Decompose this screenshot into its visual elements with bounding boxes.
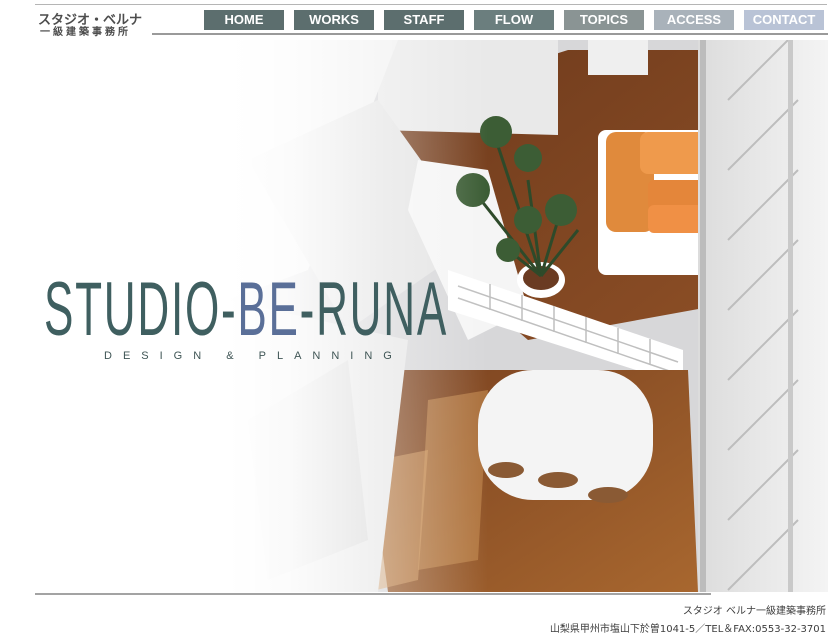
- site-logo[interactable]: スタジオ・ベルナ 一級建築事務所: [38, 9, 153, 38]
- footer-company: スタジオ ベルナ一級建築事務所: [682, 606, 826, 617]
- brand-title: STUDIO-BE-RUNA: [44, 272, 448, 348]
- nav-flow-button[interactable]: FLOW: [474, 10, 554, 30]
- brand-title-part1: STUDIO-: [44, 267, 238, 352]
- nav-topics-button[interactable]: TOPICS: [564, 10, 644, 30]
- footer-address: 山梨県甲州市塩山下於曽1041-5／TEL＆FAX:0553-32-3701: [549, 624, 826, 635]
- brand-tagline: DESIGN & PLANNING: [104, 350, 403, 362]
- footer-address-block: スタジオ ベルナ一級建築事務所 山梨県甲州市塩山下於曽1041-5／TEL＆FA…: [550, 603, 826, 639]
- nav-works-button[interactable]: WORKS: [294, 10, 374, 30]
- header-rule: [152, 33, 828, 35]
- nav-staff-button[interactable]: STAFF: [384, 10, 464, 30]
- nav-contact-button[interactable]: CONTACT: [744, 10, 824, 30]
- brand-title-part2: BE: [237, 267, 300, 352]
- nav-access-button[interactable]: ACCESS: [654, 10, 734, 30]
- footer-rule: [35, 593, 711, 595]
- header-top-rule: [35, 4, 827, 5]
- logo-subtitle: 一級建築事務所: [40, 27, 131, 38]
- brand-title-part3: -RUNA: [299, 267, 448, 352]
- nav-home-button[interactable]: HOME: [204, 10, 284, 30]
